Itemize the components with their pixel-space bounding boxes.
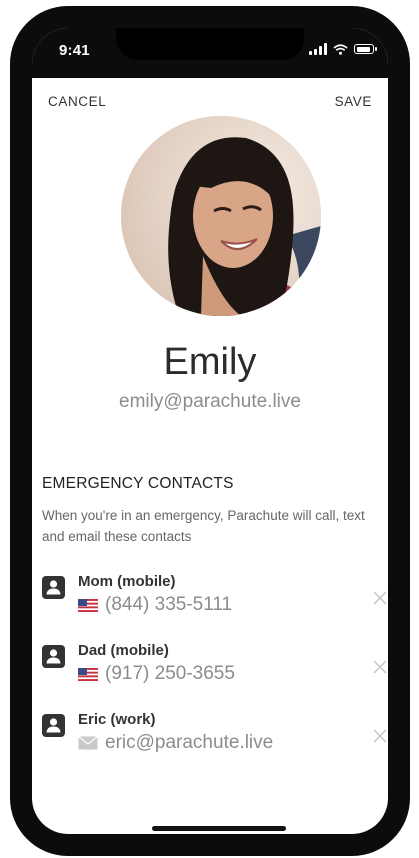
cancel-button[interactable]: CANCEL	[48, 94, 106, 109]
emergency-contacts-heading: EMERGENCY CONTACTS	[42, 475, 234, 492]
us-flag-icon	[78, 667, 98, 681]
emergency-contacts-description: When you're in an emergency, Parachute w…	[42, 508, 365, 544]
contact-email: eric@parachute.live	[105, 732, 274, 753]
wifi-icon	[333, 43, 348, 55]
battery-icon	[354, 44, 377, 54]
avatar[interactable]	[121, 116, 321, 316]
contact-detail: eric@parachute.live	[78, 732, 273, 754]
status-icons	[309, 43, 377, 55]
contact-phone: (917) 250-3655	[105, 663, 235, 684]
remove-contact-icon[interactable]	[372, 659, 388, 675]
contact-name: Mom (mobile)	[78, 573, 176, 590]
contact-item[interactable]: Mom (mobile) (844) 335-5111	[32, 570, 388, 626]
profile-email: emily@parachute.live	[119, 391, 301, 412]
contact-item[interactable]: Dad (mobile) (917) 250-3655	[32, 639, 388, 695]
contact-detail: (917) 250-3655	[78, 663, 235, 685]
remove-contact-icon[interactable]	[372, 728, 388, 744]
status-bar: 9:41	[32, 28, 388, 78]
notch	[116, 28, 304, 60]
screen: 9:41 CANCEL SAVE Emily emily@parachute.l…	[32, 28, 388, 834]
remove-contact-icon[interactable]	[372, 590, 388, 606]
contact-detail: (844) 335-5111	[78, 594, 232, 616]
us-flag-icon	[78, 598, 98, 612]
home-indicator[interactable]	[152, 826, 286, 831]
profile-photo	[121, 116, 321, 316]
contact-person-icon	[42, 645, 65, 668]
signal-icon	[309, 43, 327, 55]
mail-icon	[78, 736, 98, 750]
phone-frame: 9:41 CANCEL SAVE Emily emily@parachute.l…	[10, 6, 410, 856]
contact-person-icon	[42, 576, 65, 599]
profile-name: Emily	[163, 341, 257, 383]
save-button[interactable]: SAVE	[335, 94, 372, 109]
contact-name: Eric (work)	[78, 711, 156, 728]
contact-name: Dad (mobile)	[78, 642, 169, 659]
contact-item[interactable]: Eric (work) eric@parachute.live	[32, 708, 388, 764]
status-time: 9:41	[59, 42, 90, 59]
contact-phone: (844) 335-5111	[105, 594, 233, 615]
contact-person-icon	[42, 714, 65, 737]
